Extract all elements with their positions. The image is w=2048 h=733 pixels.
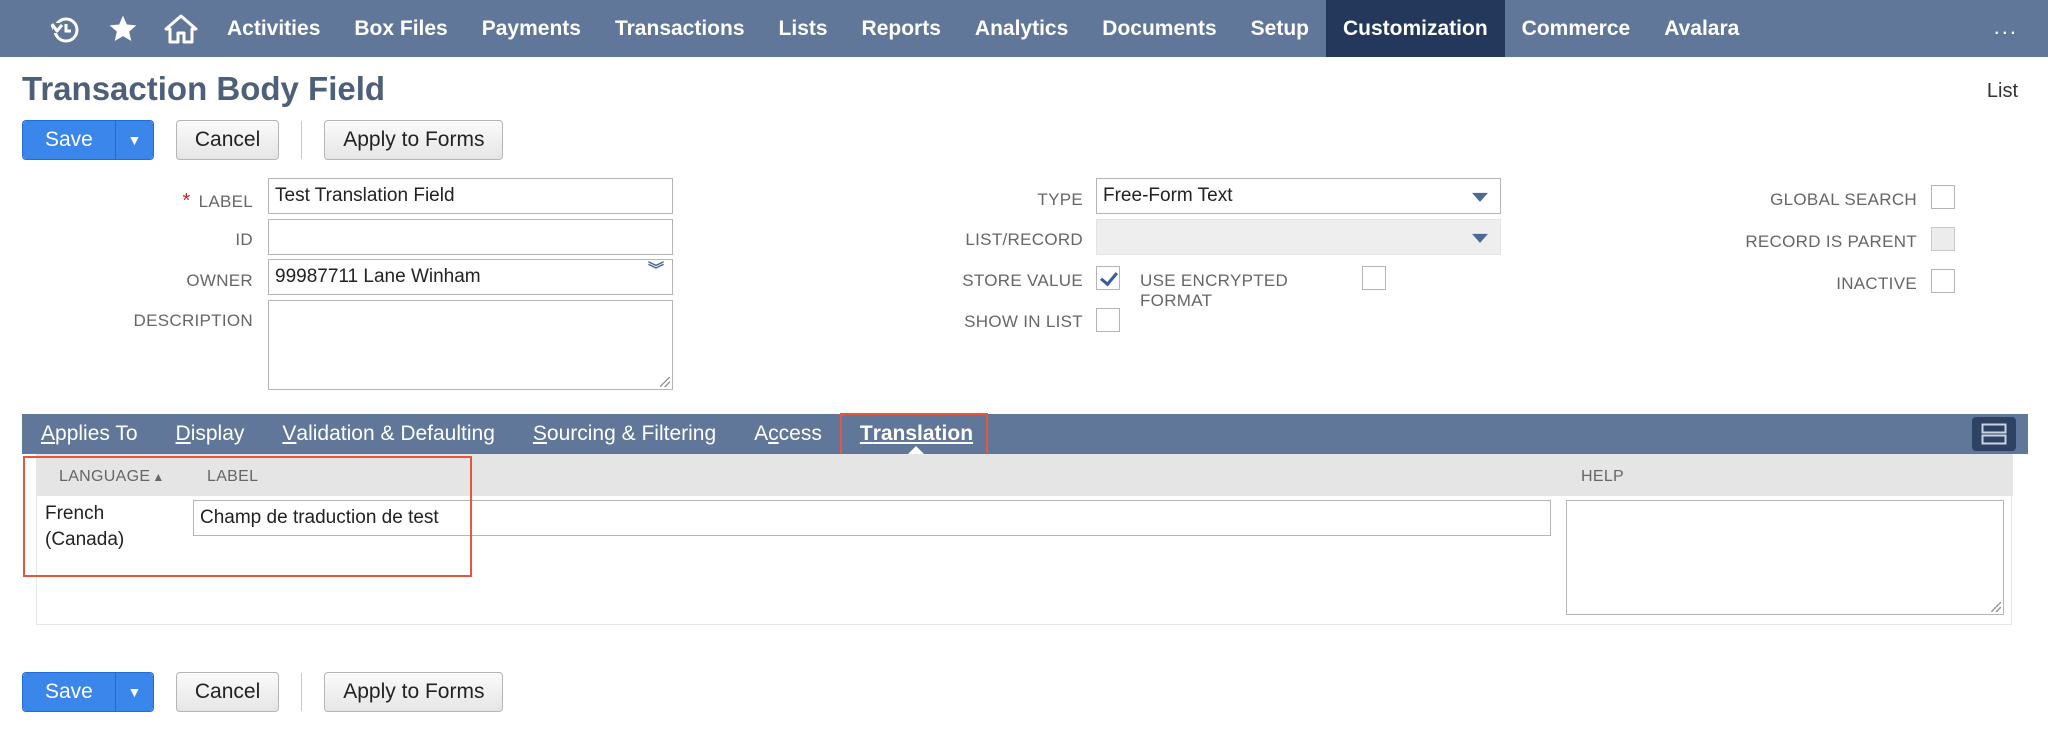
owner-value: 99987711 Lane Winham [275, 266, 481, 287]
store-value-checkbox[interactable] [1096, 266, 1120, 290]
nav-commerce[interactable]: Commerce [1505, 0, 1648, 57]
shortcuts-star-icon[interactable] [94, 0, 152, 57]
apply-to-forms-button[interactable]: Apply to Forms [324, 672, 504, 712]
resize-grip-icon[interactable] [660, 377, 670, 387]
nav-customization[interactable]: Customization [1325, 0, 1505, 57]
save-button[interactable]: Save [23, 121, 115, 159]
top-nav: Activities Box Files Payments Transactio… [0, 0, 2048, 57]
double-chevron-down-icon[interactable]: ︾ [648, 263, 664, 279]
tab-applies-to[interactable]: Applies To [22, 414, 157, 454]
bottom-button-row: Save ▼ Cancel Apply to Forms [22, 672, 504, 712]
apply-to-forms-button[interactable]: Apply to Forms [324, 120, 504, 160]
use-encrypted-format-checkbox[interactable] [1362, 266, 1386, 290]
list-record-field-label: LIST/RECORD [965, 230, 1083, 249]
tab-access[interactable]: Ac cess [735, 414, 841, 454]
cancel-button[interactable]: Cancel [175, 672, 280, 712]
save-split-button: Save ▼ [22, 672, 154, 712]
save-split-button: Save ▼ [22, 120, 154, 160]
global-search-checkbox[interactable] [1931, 185, 1955, 209]
home-icon[interactable] [152, 0, 210, 57]
subtab-bar: Applies To Display Validation & Defaulti… [22, 414, 2028, 454]
nav-payments[interactable]: Payments [465, 0, 598, 57]
show-in-list-label: SHOW IN LIST [964, 312, 1083, 331]
chevron-down-icon [1472, 233, 1488, 243]
language-row-highlight [23, 456, 472, 577]
page-title: Transaction Body Field [22, 70, 386, 107]
inactive-checkbox[interactable] [1931, 269, 1955, 293]
nav-activities[interactable]: Activities [210, 0, 337, 57]
button-divider [301, 121, 303, 159]
resize-grip-icon[interactable] [1991, 602, 2001, 612]
list-record-select [1096, 219, 1501, 255]
translation-tab-highlight [840, 413, 988, 456]
chevron-down-icon[interactable] [1472, 192, 1488, 202]
nav-reports[interactable]: Reports [845, 0, 958, 57]
owner-select[interactable]: 99987711 Lane Winham ︾ [268, 259, 673, 295]
description-textarea[interactable] [268, 300, 673, 390]
cancel-button[interactable]: Cancel [175, 120, 280, 160]
store-value-label: STORE VALUE [962, 271, 1083, 290]
owner-field-label: OWNER [186, 271, 253, 290]
nav-transactions[interactable]: Transactions [598, 0, 762, 57]
type-value: Free-Form Text [1103, 185, 1233, 206]
layout-toggle-icon[interactable] [1972, 417, 2016, 451]
save-dropdown-caret-icon[interactable]: ▼ [114, 121, 153, 159]
use-encrypted-format-label: USE ENCRYPTED FORMAT [1140, 271, 1289, 310]
nav-setup[interactable]: Setup [1234, 0, 1326, 57]
type-select[interactable]: Free-Form Text [1096, 178, 1501, 214]
inactive-label: INACTIVE [1836, 274, 1917, 293]
button-divider [301, 673, 303, 711]
label-input[interactable]: Test Translation Field [268, 178, 673, 214]
nav-documents[interactable]: Documents [1085, 0, 1233, 57]
record-is-parent-label: RECORD IS PARENT [1745, 232, 1917, 251]
show-in-list-checkbox[interactable] [1096, 308, 1120, 332]
tab-sourcing-filtering[interactable]: Sourcing & Filtering [514, 414, 735, 454]
top-button-row: Save ▼ Cancel Apply to Forms [22, 120, 504, 160]
nav-analytics[interactable]: Analytics [958, 0, 1085, 57]
type-field-label: TYPE [1037, 190, 1083, 209]
nav-more-menu[interactable]: ... [1994, 14, 2018, 40]
tab-validation-defaulting[interactable]: Validation & Defaulting [263, 414, 513, 454]
description-field-label: DESCRIPTION [133, 311, 253, 330]
id-input[interactable] [268, 219, 673, 255]
help-column-header: HELP [1581, 468, 1624, 485]
required-asterisk-icon: * [182, 190, 191, 212]
recent-records-icon[interactable] [36, 0, 94, 57]
tab-display[interactable]: Display [157, 414, 264, 454]
nav-lists[interactable]: Lists [762, 0, 845, 57]
list-link[interactable]: List [1987, 80, 2018, 103]
nav-avalara[interactable]: Avalara [1647, 0, 1756, 57]
save-dropdown-caret-icon[interactable]: ▼ [114, 673, 153, 711]
save-button[interactable]: Save [23, 673, 115, 711]
translation-help-textarea[interactable] [1566, 500, 2004, 615]
label-field-label: * LABEL [182, 190, 253, 212]
global-search-label: GLOBAL SEARCH [1770, 190, 1917, 209]
id-field-label: ID [235, 230, 253, 249]
nav-box-files[interactable]: Box Files [337, 0, 464, 57]
record-is-parent-checkbox [1931, 227, 1955, 251]
